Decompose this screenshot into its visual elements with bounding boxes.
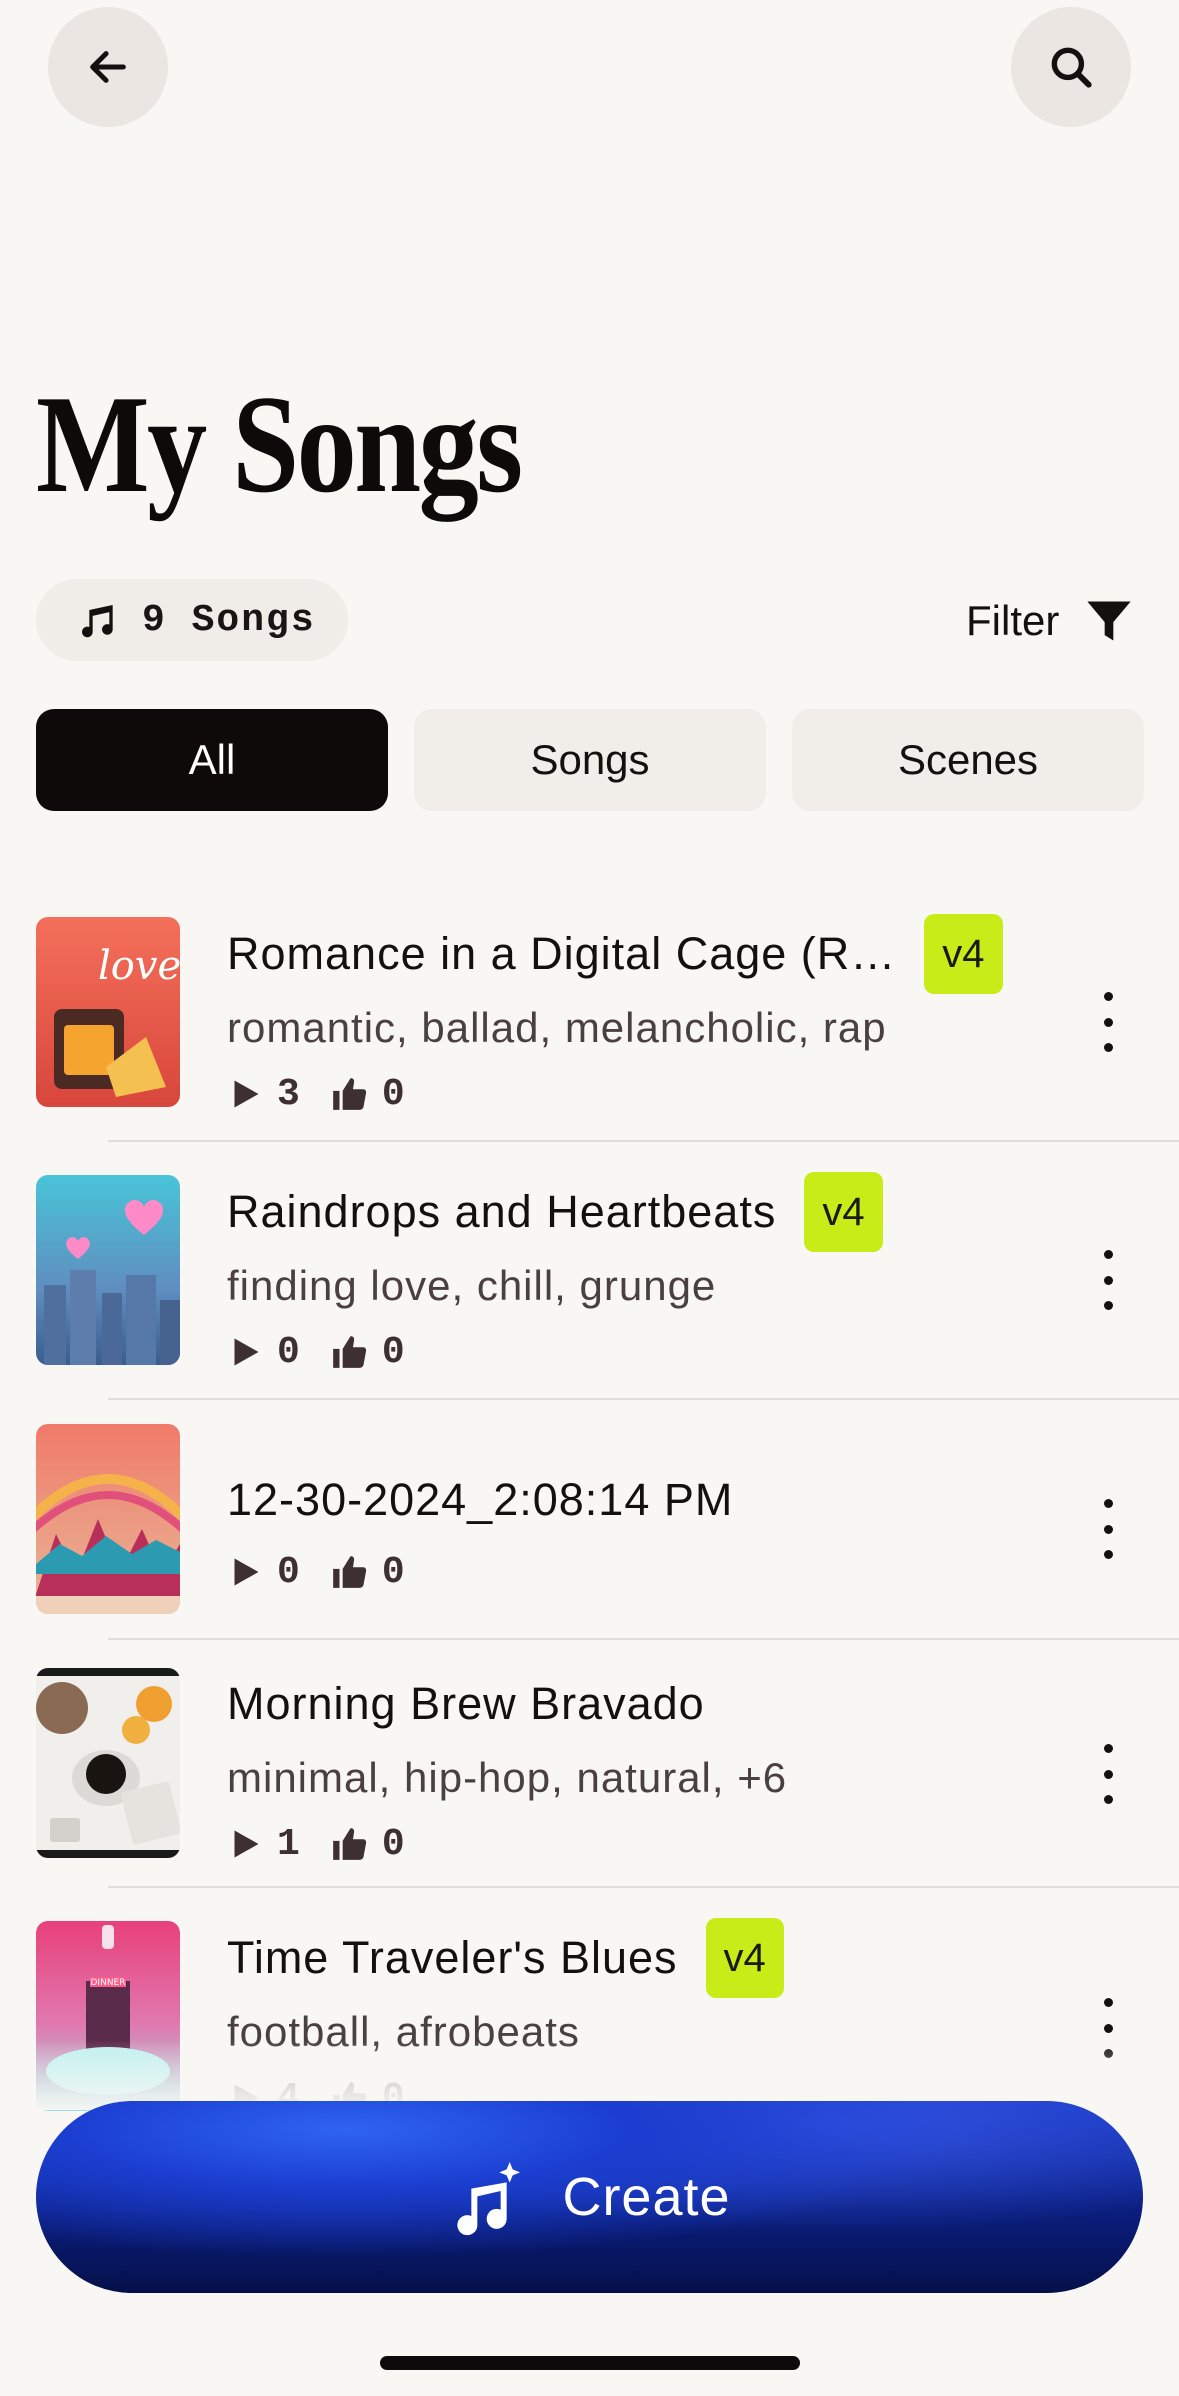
song-count-label: 9 Songs <box>142 598 316 642</box>
song-title: Romance in a Digital Cage (R… <box>227 928 897 979</box>
song-row[interactable]: love Romance in a Digital Cage (R… v4 ro… <box>0 900 1179 1140</box>
play-icon <box>234 1558 259 1586</box>
thumbs-up-icon <box>332 1556 366 1588</box>
music-sparkle-icon <box>457 2162 521 2236</box>
song-title: Morning Brew Bravado <box>227 1678 705 1729</box>
song-cover-art <box>36 1424 180 1614</box>
create-button[interactable]: Create <box>36 2101 1143 2293</box>
back-button[interactable] <box>48 7 168 127</box>
like-count: 0 <box>381 1330 405 1374</box>
thumbs-up-icon <box>332 1336 366 1368</box>
more-options-button[interactable] <box>1090 992 1126 1052</box>
song-title: Time Traveler's Blues <box>227 1932 678 1983</box>
music-note-icon <box>82 605 113 638</box>
more-options-button[interactable] <box>1090 1499 1126 1559</box>
like-count: 0 <box>381 1072 405 1116</box>
page-title: My Songs <box>36 367 523 522</box>
play-icon <box>234 1080 259 1108</box>
tab-bar: All Songs Scenes <box>36 709 1144 811</box>
svg-text:love: love <box>98 943 180 989</box>
arrow-left-icon <box>90 51 126 83</box>
filter-button[interactable]: Filter <box>966 590 1135 652</box>
version-badge: v4 <box>705 1918 784 1998</box>
thumbs-up-icon <box>332 1828 366 1860</box>
list-fade-overlay <box>0 2040 1179 2110</box>
like-count: 0 <box>381 1550 405 1594</box>
song-row[interactable]: 12-30-2024_2:08:14 PM 0 0 <box>0 1400 1179 1638</box>
song-row[interactable]: Morning Brew Bravado minimal, hip-hop, n… <box>0 1640 1179 1886</box>
funnel-icon <box>1087 601 1132 641</box>
song-tags: minimal, hip-hop, natural, +6 <box>227 1754 788 1801</box>
filter-label: Filter <box>966 597 1060 644</box>
thumbs-up-icon <box>332 1078 366 1110</box>
version-badge: v4 <box>804 1172 883 1252</box>
song-tags: romantic, ballad, melancholic, rap <box>227 1004 887 1051</box>
tab-scenes[interactable]: Scenes <box>792 709 1144 811</box>
version-badge: v4 <box>924 914 1003 994</box>
song-tags: finding love, chill, grunge <box>227 1262 717 1309</box>
play-count: 0 <box>277 1330 300 1374</box>
song-count-chip: 9 Songs <box>36 579 348 661</box>
home-indicator <box>380 2356 800 2370</box>
play-icon <box>234 1338 259 1366</box>
play-icon <box>234 1830 259 1858</box>
svg-text:DINNER: DINNER <box>91 1978 126 1988</box>
tab-songs[interactable]: Songs <box>414 709 766 811</box>
more-options-button[interactable] <box>1090 1744 1126 1804</box>
song-cover-art <box>36 1175 180 1365</box>
play-count: 1 <box>277 1822 300 1866</box>
search-icon <box>1051 47 1092 88</box>
play-count: 0 <box>277 1550 300 1594</box>
song-title: Raindrops and Heartbeats <box>227 1186 777 1237</box>
tab-all[interactable]: All <box>36 709 388 811</box>
song-cover-art: love <box>36 917 180 1107</box>
like-count: 0 <box>381 1822 405 1866</box>
song-title: 12-30-2024_2:08:14 PM <box>227 1474 734 1525</box>
more-options-button[interactable] <box>1090 1250 1126 1310</box>
play-count: 3 <box>277 1072 300 1116</box>
create-label: Create <box>562 2167 731 2227</box>
search-button[interactable] <box>1011 7 1131 127</box>
song-cover-art <box>36 1668 180 1858</box>
song-row[interactable]: Raindrops and Heartbeats v4 finding love… <box>0 1142 1179 1398</box>
